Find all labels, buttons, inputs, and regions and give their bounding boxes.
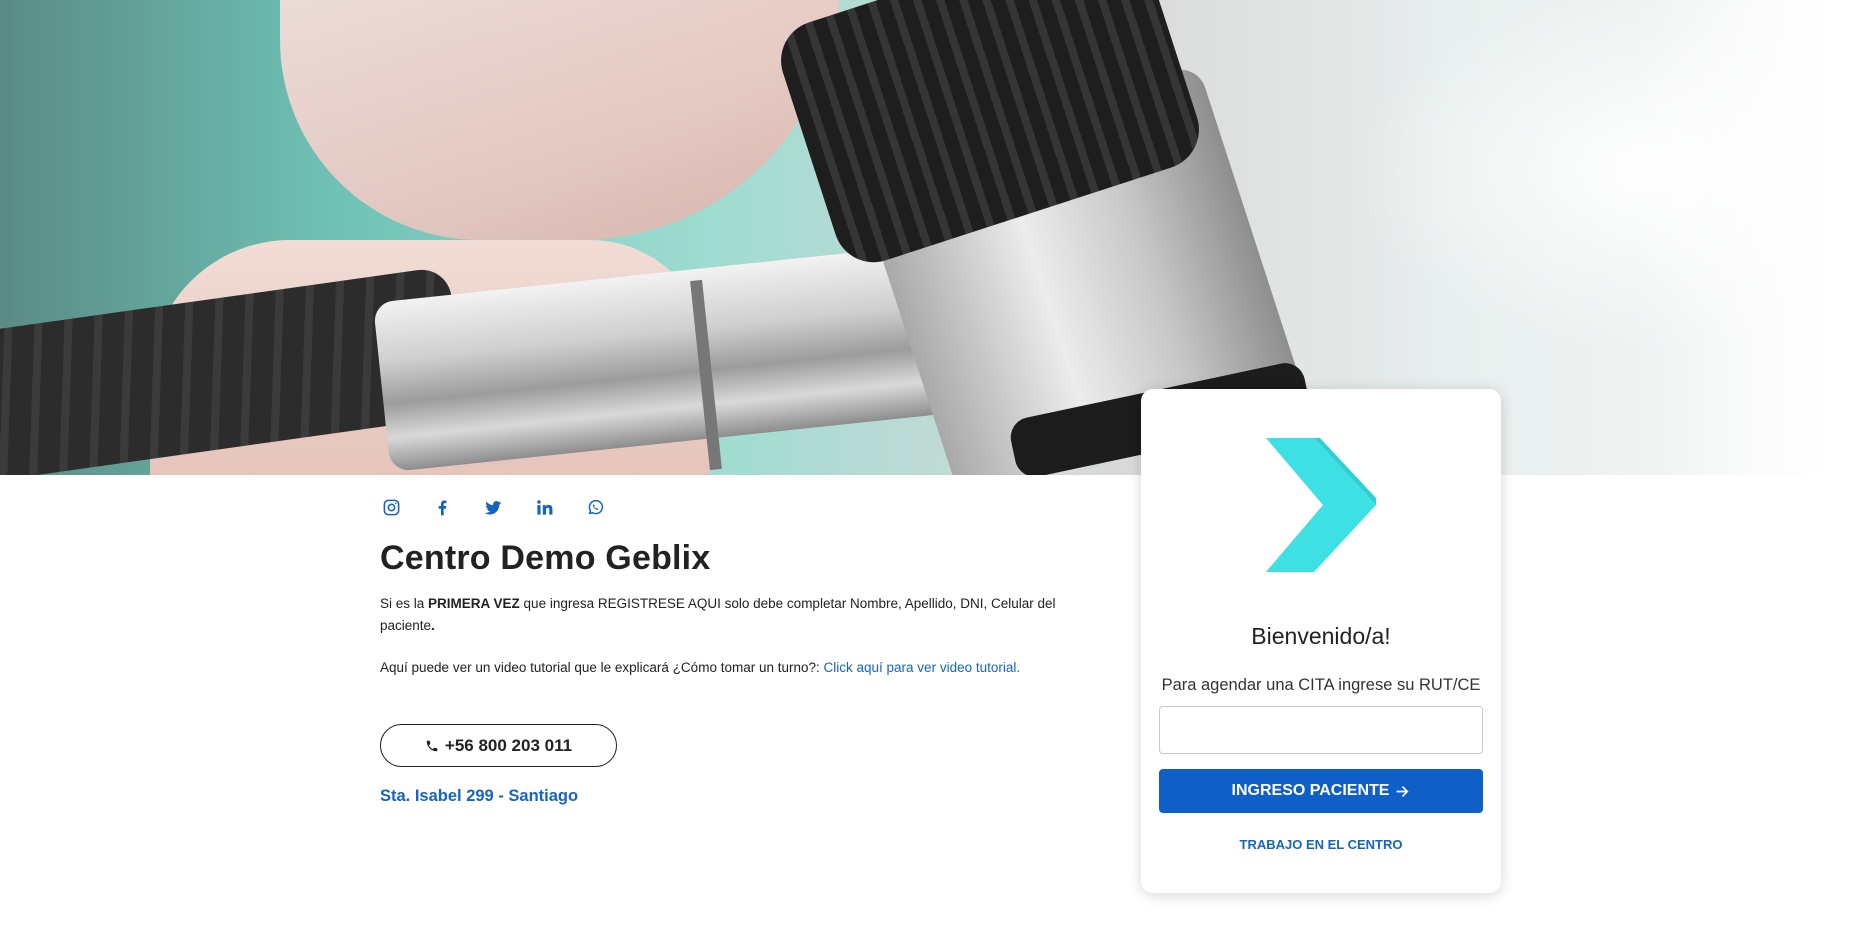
intro-text: Si es la [380,596,429,611]
patient-login-button[interactable]: INGRESO PACIENTE [1159,769,1483,813]
patient-login-label: INGRESO PACIENTE [1231,782,1390,799]
tutorial-text: Aquí puede ver un video tutorial que le … [380,660,824,675]
social-links [380,495,1080,519]
instagram-icon[interactable] [380,496,402,518]
rut-label: Para agendar una CITA ingrese su RUT/CE [1161,676,1481,694]
page-title: Centro Demo Geblix [380,539,711,577]
work-at-center-link[interactable]: TRABAJO EN EL CENTRO [1141,837,1501,852]
address-link[interactable]: Sta. Isabel 299 - Santiago [380,787,1080,806]
registration-note: Si es la PRIMERA VEZ que ingresa REGISTR… [380,593,1080,637]
tutorial-link[interactable]: Click aquí para ver video tutorial. [824,660,1021,675]
whatsapp-icon[interactable] [584,496,606,518]
center-info: Centro Demo Geblix Si es la PRIMERA VEZ … [380,495,1080,806]
phone-icon [426,740,438,751]
arrow-right-icon [1397,785,1409,797]
welcome-heading: Bienvenido/a! [1251,623,1391,649]
login-card: Bienvenido/a! Para agendar una CITA ingr… [1141,389,1501,893]
facebook-icon[interactable] [431,496,453,518]
hero-banner [0,0,1868,475]
phone-number: +56 800 203 011 [444,735,573,755]
tutorial-note: Aquí puede ver un video tutorial que le … [380,657,1080,679]
intro-end: . [431,618,435,633]
hero-glove-top [280,0,840,240]
rut-input[interactable] [1159,706,1483,754]
linkedin-icon[interactable] [533,496,555,518]
intro-highlight: PRIMERA VEZ [428,596,520,611]
phone-button[interactable]: +56 800 203 011 [380,724,617,767]
twitter-icon[interactable] [482,496,504,518]
geblix-logo-icon [1266,438,1376,572]
hero-fade [1628,0,1868,475]
